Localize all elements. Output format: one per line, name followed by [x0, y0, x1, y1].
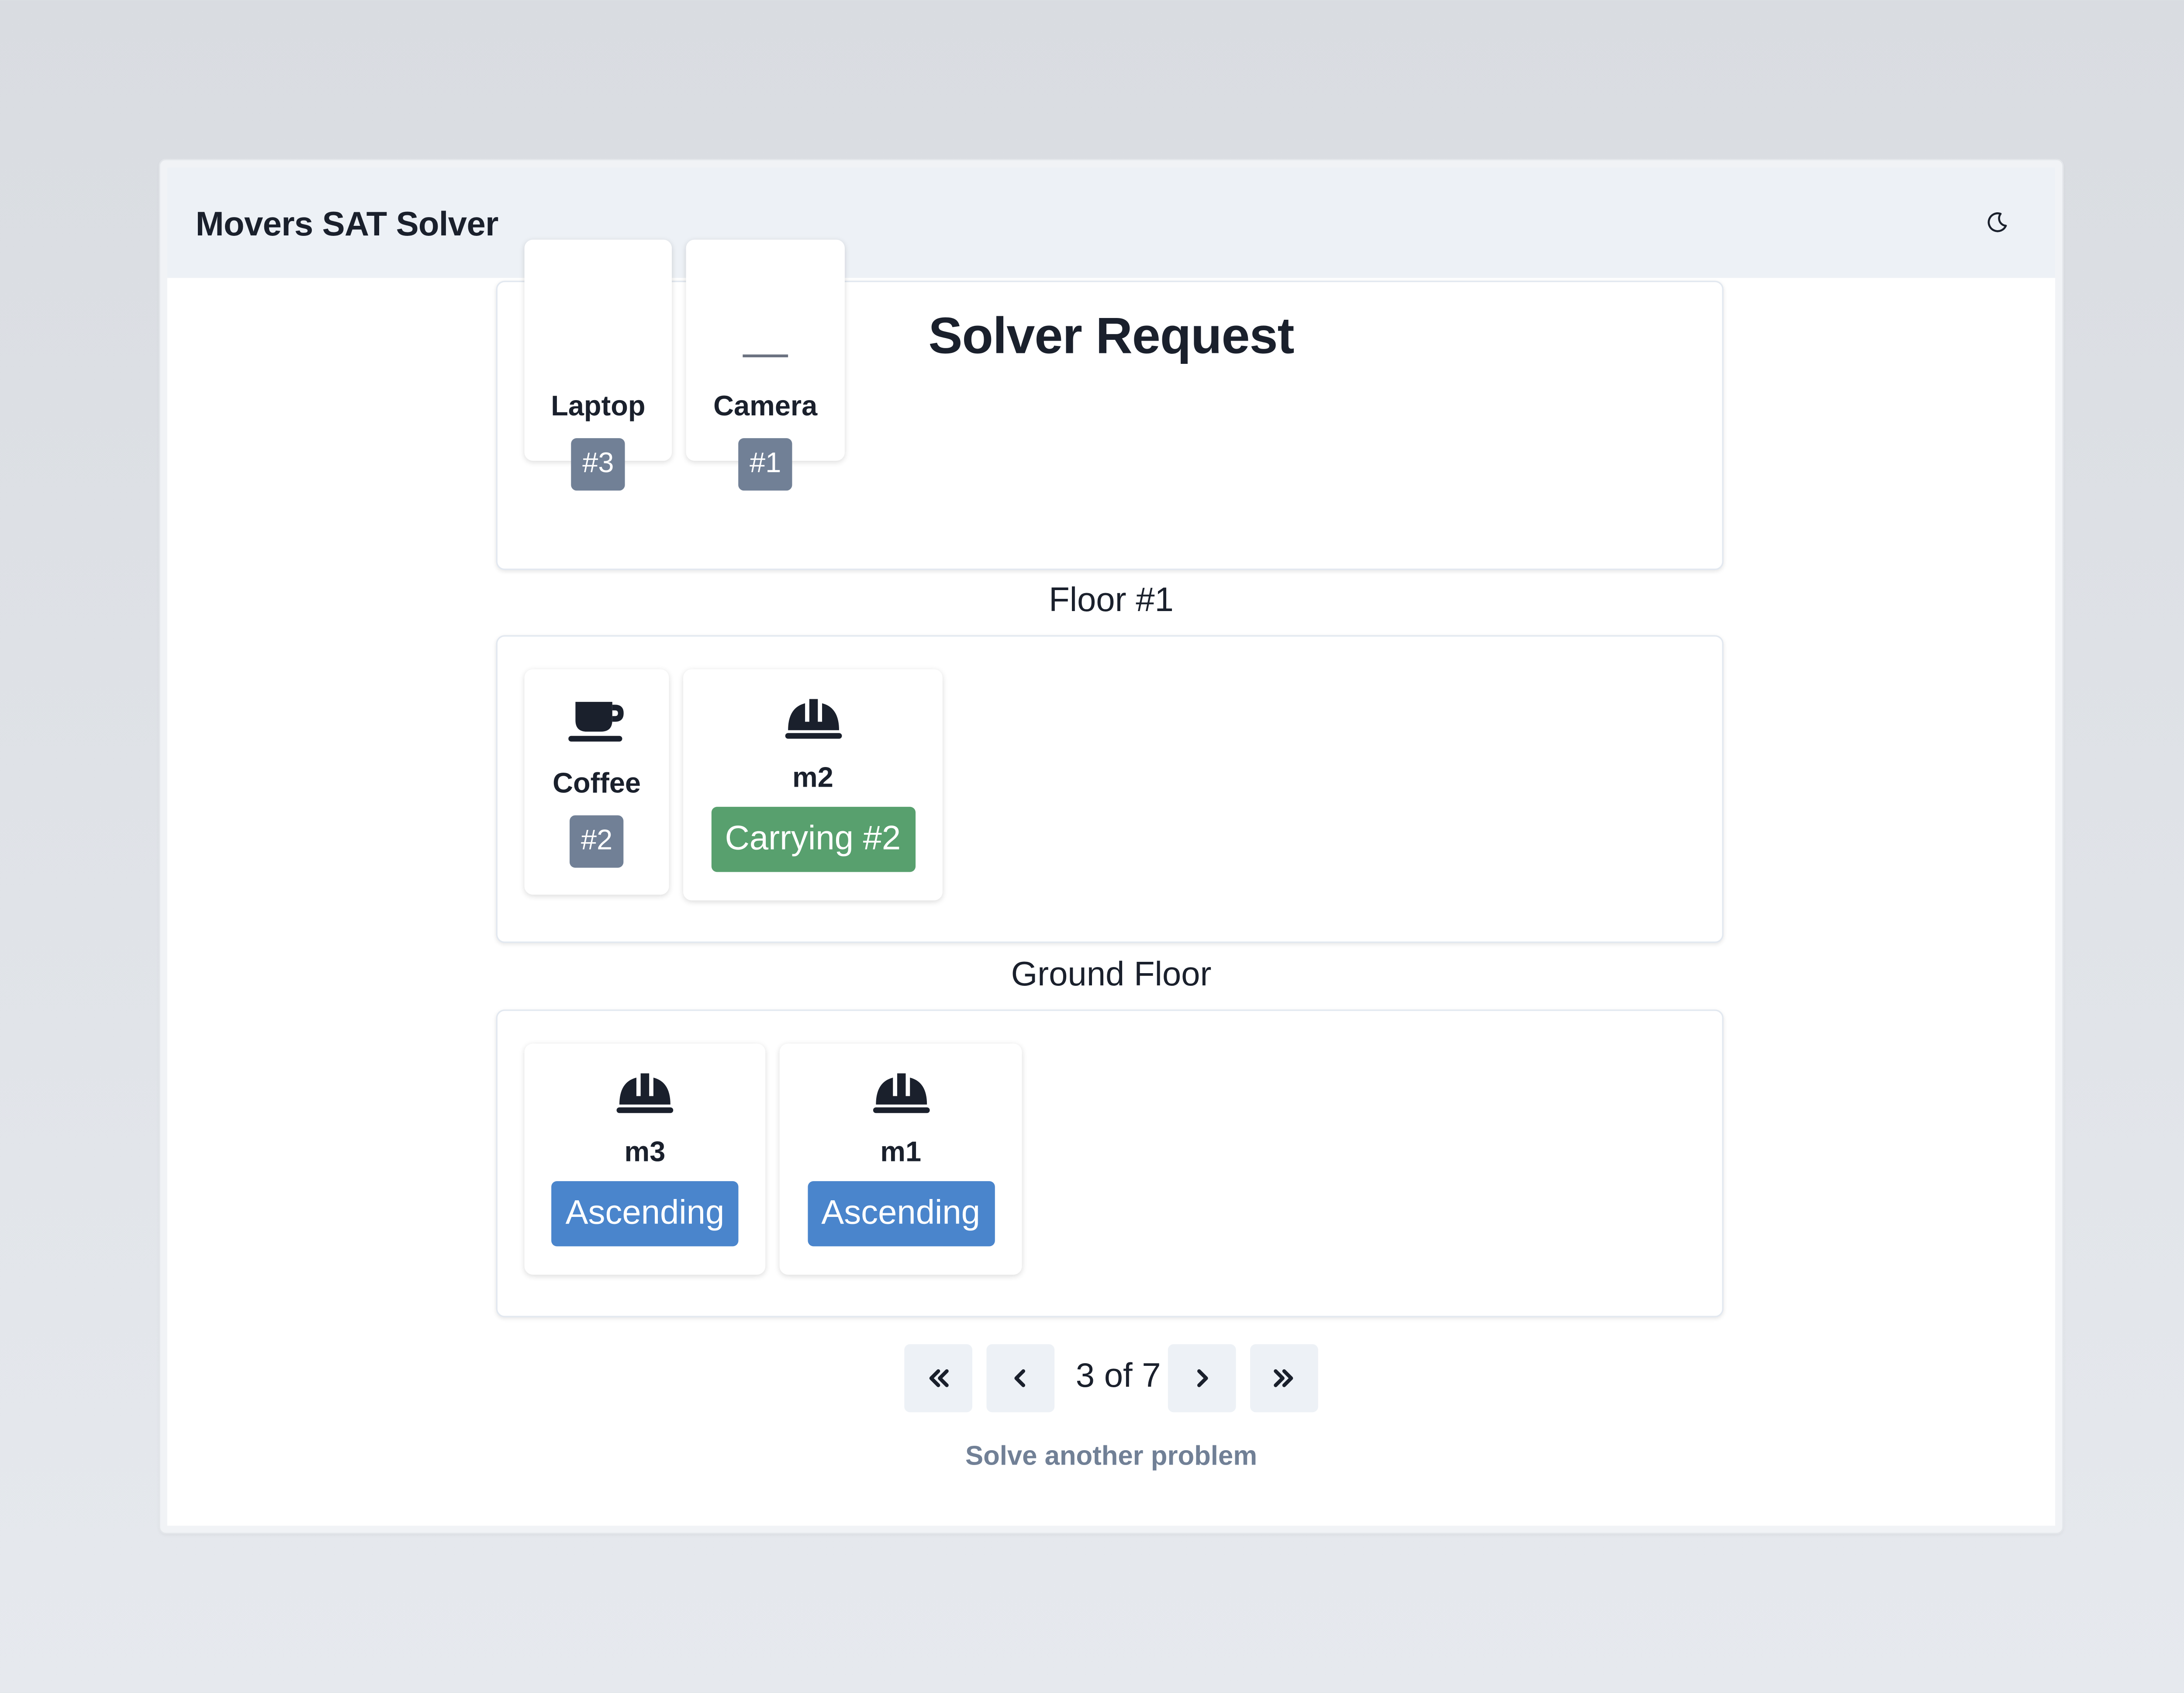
prev-page-button[interactable] [986, 1344, 1055, 1413]
double-chevron-right-icon [1274, 1369, 1293, 1387]
solve-another-link[interactable]: Solve another problem [167, 1442, 2055, 1473]
coffee-icon [568, 701, 624, 742]
item-name: Coffee [553, 768, 641, 800]
app-window: Movers SAT Solver Laptop #3 Camera #1 So… [160, 160, 2063, 1533]
hard-hat-icon [872, 1073, 930, 1113]
hard-hat-icon [784, 699, 841, 739]
item-name: Camera [713, 391, 818, 423]
mover-tile-m2: m2 Carrying #2 [683, 669, 943, 901]
double-chevron-left-icon [929, 1369, 949, 1387]
next-page-button[interactable] [1168, 1344, 1236, 1413]
item-name: Laptop [551, 391, 646, 423]
floor-label-1: Floor #1 [1049, 581, 1174, 620]
navbar: Movers SAT Solver [167, 167, 2056, 278]
floor-card-1: Coffee #2 m2 Carrying #2 [496, 635, 1724, 943]
mover-name: m1 [880, 1137, 922, 1168]
chevron-left-icon [1014, 1369, 1026, 1387]
mover-name: m3 [624, 1137, 666, 1168]
item-badge: #2 [570, 815, 624, 868]
hard-hat-icon [616, 1073, 674, 1113]
first-page-button[interactable] [904, 1344, 973, 1413]
last-page-button[interactable] [1250, 1344, 1318, 1413]
moon-icon [1987, 212, 2007, 232]
mover-status-badge: Ascending [551, 1181, 739, 1247]
stage: Movers SAT Solver Laptop #3 Camera #1 So… [0, 0, 2184, 1693]
floor-card-ground: m3 Ascending m1 Ascending [496, 1009, 1724, 1317]
page-indicator: 3 of 7 [1075, 1357, 1161, 1396]
page-title: Solver Request [928, 306, 1295, 365]
mover-tile-m1: m1 Ascending [779, 1043, 1022, 1275]
mover-tile-m3: m3 Ascending [524, 1043, 766, 1275]
chevron-right-icon [1197, 1369, 1208, 1387]
app-content: Movers SAT Solver Laptop #3 Camera #1 So… [167, 167, 2056, 1526]
item-badge: #3 [571, 438, 625, 491]
mover-name: m2 [792, 763, 833, 794]
item-tile-coffee: Coffee #2 [524, 669, 669, 895]
mover-status-badge: Ascending [807, 1181, 995, 1247]
brand-title[interactable]: Movers SAT Solver [196, 206, 499, 245]
mover-status-badge: Carrying #2 [711, 807, 915, 872]
floor-label-ground: Ground Floor [1011, 955, 1212, 994]
theme-toggle-button[interactable] [1979, 204, 2015, 241]
item-badge: #1 [738, 438, 793, 491]
